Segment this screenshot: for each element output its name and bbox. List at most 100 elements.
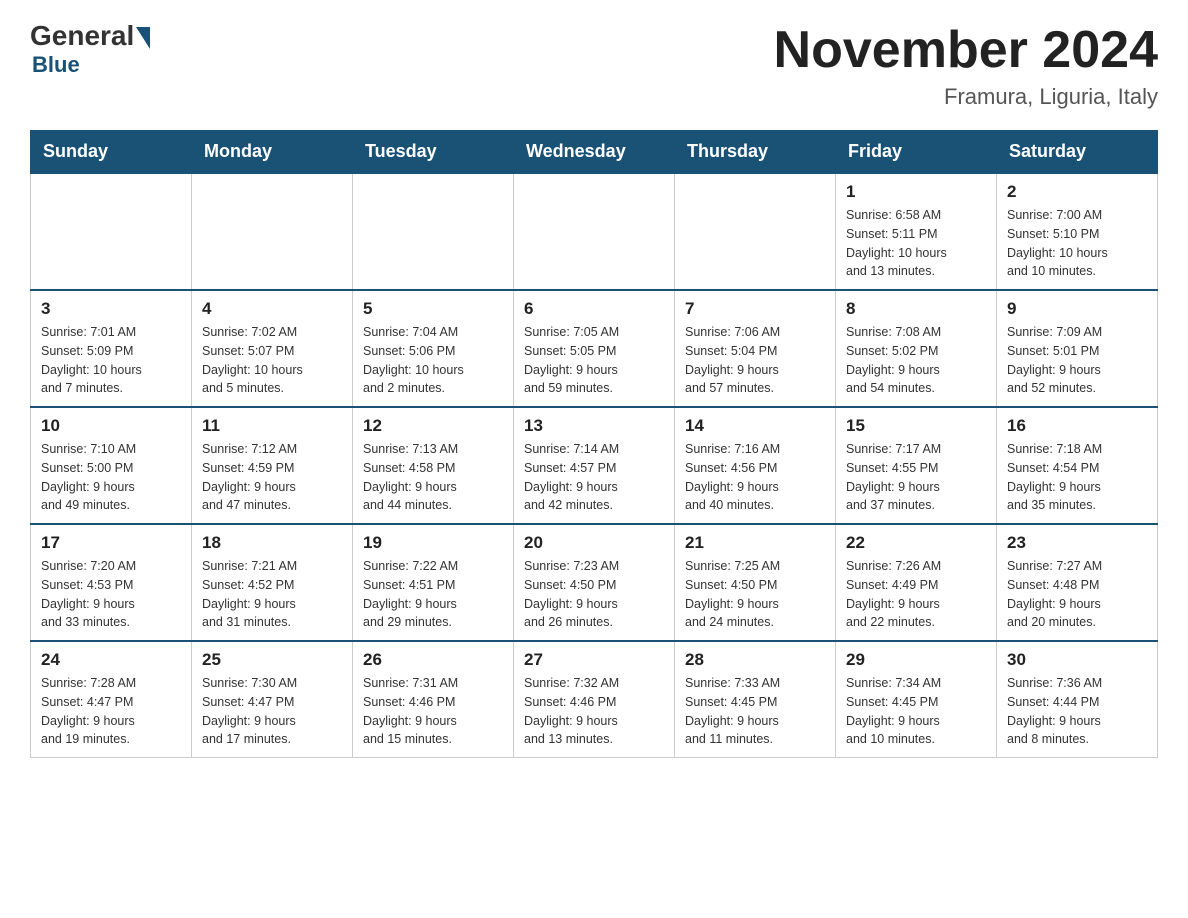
day-number: 8	[846, 299, 986, 319]
calendar-cell: 8 Sunrise: 7:08 AM Sunset: 5:02 PM Daylig…	[836, 290, 997, 407]
day-info: Sunrise: 7:00 AM Sunset: 5:10 PM Dayligh…	[1007, 206, 1147, 281]
day-number: 21	[685, 533, 825, 553]
day-number: 18	[202, 533, 342, 553]
location-subtitle: Framura, Liguria, Italy	[774, 84, 1158, 110]
day-number: 11	[202, 416, 342, 436]
calendar-cell: 29Sunrise: 7:34 AM Sunset: 4:45 PM Dayli…	[836, 641, 997, 758]
title-section: November 2024 Framura, Liguria, Italy	[774, 20, 1158, 110]
day-number: 24	[41, 650, 181, 670]
day-info: Sunrise: 7:05 AM Sunset: 5:05 PM Dayligh…	[524, 323, 664, 398]
day-info: Sunrise: 7:06 AM Sunset: 5:04 PM Dayligh…	[685, 323, 825, 398]
calendar-cell: 2 Sunrise: 7:00 AM Sunset: 5:10 PM Daylig…	[997, 173, 1158, 290]
logo: General Blue	[30, 20, 150, 78]
calendar-cell: 17 Sunrise: 7:20 AM Sunset: 4:53 PM Dayli…	[31, 524, 192, 641]
calendar-cell: 25 Sunrise: 7:30 AM Sunset: 4:47 PM Dayli…	[192, 641, 353, 758]
calendar-cell: 12 Sunrise: 7:13 AM Sunset: 4:58 PM Dayli…	[353, 407, 514, 524]
logo-general-text: General	[30, 20, 134, 52]
day-number: 13	[524, 416, 664, 436]
day-number: 4	[202, 299, 342, 319]
day-info: Sunrise: 7:09 AM Sunset: 5:01 PM Dayligh…	[1007, 323, 1147, 398]
weekday-header-tuesday: Tuesday	[353, 131, 514, 174]
logo-blue-text: Blue	[32, 52, 80, 78]
page-header: General Blue November 2024 Framura, Ligu…	[30, 20, 1158, 110]
calendar-cell: 1 Sunrise: 6:58 AM Sunset: 5:11 PM Daylig…	[836, 173, 997, 290]
calendar-cell: 3 Sunrise: 7:01 AM Sunset: 5:09 PM Daylig…	[31, 290, 192, 407]
calendar-cell: 26Sunrise: 7:31 AM Sunset: 4:46 PM Dayli…	[353, 641, 514, 758]
day-number: 19	[363, 533, 503, 553]
calendar-cell: 13 Sunrise: 7:14 AM Sunset: 4:57 PM Dayli…	[514, 407, 675, 524]
day-info: Sunrise: 7:17 AM Sunset: 4:55 PM Dayligh…	[846, 440, 986, 515]
calendar-cell: 14 Sunrise: 7:16 AM Sunset: 4:56 PM Dayli…	[675, 407, 836, 524]
calendar-week-4: 17 Sunrise: 7:20 AM Sunset: 4:53 PM Dayli…	[31, 524, 1158, 641]
day-info: Sunrise: 7:30 AM Sunset: 4:47 PM Dayligh…	[202, 674, 342, 749]
day-number: 26	[363, 650, 503, 670]
day-number: 29	[846, 650, 986, 670]
day-info: Sunrise: 7:20 AM Sunset: 4:53 PM Dayligh…	[41, 557, 181, 632]
day-info: Sunrise: 7:16 AM Sunset: 4:56 PM Dayligh…	[685, 440, 825, 515]
calendar-cell: 20 Sunrise: 7:23 AM Sunset: 4:50 PM Dayli…	[514, 524, 675, 641]
day-number: 20	[524, 533, 664, 553]
calendar-cell: 5 Sunrise: 7:04 AM Sunset: 5:06 PM Daylig…	[353, 290, 514, 407]
calendar-cell: 4 Sunrise: 7:02 AM Sunset: 5:07 PM Daylig…	[192, 290, 353, 407]
day-number: 23	[1007, 533, 1147, 553]
calendar-body: 1 Sunrise: 6:58 AM Sunset: 5:11 PM Daylig…	[31, 173, 1158, 758]
day-info: Sunrise: 7:22 AM Sunset: 4:51 PM Dayligh…	[363, 557, 503, 632]
calendar-week-5: 24 Sunrise: 7:28 AM Sunset: 4:47 PM Dayli…	[31, 641, 1158, 758]
day-number: 9	[1007, 299, 1147, 319]
calendar-cell: 18 Sunrise: 7:21 AM Sunset: 4:52 PM Dayli…	[192, 524, 353, 641]
weekday-header-wednesday: Wednesday	[514, 131, 675, 174]
calendar-cell: 7 Sunrise: 7:06 AM Sunset: 5:04 PM Daylig…	[675, 290, 836, 407]
day-info: Sunrise: 6:58 AM Sunset: 5:11 PM Dayligh…	[846, 206, 986, 281]
calendar-cell: 15Sunrise: 7:17 AM Sunset: 4:55 PM Dayli…	[836, 407, 997, 524]
weekday-header-monday: Monday	[192, 131, 353, 174]
day-number: 17	[41, 533, 181, 553]
day-info: Sunrise: 7:36 AM Sunset: 4:44 PM Dayligh…	[1007, 674, 1147, 749]
day-info: Sunrise: 7:32 AM Sunset: 4:46 PM Dayligh…	[524, 674, 664, 749]
calendar-cell: 6Sunrise: 7:05 AM Sunset: 5:05 PM Daylig…	[514, 290, 675, 407]
day-number: 5	[363, 299, 503, 319]
day-number: 25	[202, 650, 342, 670]
day-number: 3	[41, 299, 181, 319]
weekday-header-sunday: Sunday	[31, 131, 192, 174]
day-number: 28	[685, 650, 825, 670]
day-info: Sunrise: 7:33 AM Sunset: 4:45 PM Dayligh…	[685, 674, 825, 749]
day-number: 1	[846, 182, 986, 202]
calendar-cell	[514, 173, 675, 290]
day-info: Sunrise: 7:23 AM Sunset: 4:50 PM Dayligh…	[524, 557, 664, 632]
calendar-cell	[31, 173, 192, 290]
day-info: Sunrise: 7:25 AM Sunset: 4:50 PM Dayligh…	[685, 557, 825, 632]
calendar-cell: 22Sunrise: 7:26 AM Sunset: 4:49 PM Dayli…	[836, 524, 997, 641]
calendar-cell	[353, 173, 514, 290]
calendar-cell: 27Sunrise: 7:32 AM Sunset: 4:46 PM Dayli…	[514, 641, 675, 758]
calendar-title: November 2024	[774, 20, 1158, 80]
calendar-cell: 19 Sunrise: 7:22 AM Sunset: 4:51 PM Dayli…	[353, 524, 514, 641]
day-info: Sunrise: 7:28 AM Sunset: 4:47 PM Dayligh…	[41, 674, 181, 749]
day-info: Sunrise: 7:08 AM Sunset: 5:02 PM Dayligh…	[846, 323, 986, 398]
calendar-cell: 24 Sunrise: 7:28 AM Sunset: 4:47 PM Dayli…	[31, 641, 192, 758]
day-info: Sunrise: 7:26 AM Sunset: 4:49 PM Dayligh…	[846, 557, 986, 632]
calendar-cell: 21 Sunrise: 7:25 AM Sunset: 4:50 PM Dayli…	[675, 524, 836, 641]
day-number: 12	[363, 416, 503, 436]
calendar-cell: 9 Sunrise: 7:09 AM Sunset: 5:01 PM Daylig…	[997, 290, 1158, 407]
day-info: Sunrise: 7:21 AM Sunset: 4:52 PM Dayligh…	[202, 557, 342, 632]
day-number: 16	[1007, 416, 1147, 436]
day-number: 7	[685, 299, 825, 319]
day-info: Sunrise: 7:14 AM Sunset: 4:57 PM Dayligh…	[524, 440, 664, 515]
day-info: Sunrise: 7:10 AM Sunset: 5:00 PM Dayligh…	[41, 440, 181, 515]
logo-arrow-icon	[136, 27, 150, 49]
day-info: Sunrise: 7:01 AM Sunset: 5:09 PM Dayligh…	[41, 323, 181, 398]
calendar-week-2: 3 Sunrise: 7:01 AM Sunset: 5:09 PM Daylig…	[31, 290, 1158, 407]
day-number: 2	[1007, 182, 1147, 202]
calendar-cell	[675, 173, 836, 290]
calendar-header: SundayMondayTuesdayWednesdayThursdayFrid…	[31, 131, 1158, 174]
calendar-week-3: 10Sunrise: 7:10 AM Sunset: 5:00 PM Dayli…	[31, 407, 1158, 524]
calendar-cell: 23Sunrise: 7:27 AM Sunset: 4:48 PM Dayli…	[997, 524, 1158, 641]
day-info: Sunrise: 7:02 AM Sunset: 5:07 PM Dayligh…	[202, 323, 342, 398]
day-number: 14	[685, 416, 825, 436]
weekday-header-thursday: Thursday	[675, 131, 836, 174]
calendar-cell: 10Sunrise: 7:10 AM Sunset: 5:00 PM Dayli…	[31, 407, 192, 524]
day-info: Sunrise: 7:04 AM Sunset: 5:06 PM Dayligh…	[363, 323, 503, 398]
weekday-header-saturday: Saturday	[997, 131, 1158, 174]
calendar-week-1: 1 Sunrise: 6:58 AM Sunset: 5:11 PM Daylig…	[31, 173, 1158, 290]
day-info: Sunrise: 7:13 AM Sunset: 4:58 PM Dayligh…	[363, 440, 503, 515]
